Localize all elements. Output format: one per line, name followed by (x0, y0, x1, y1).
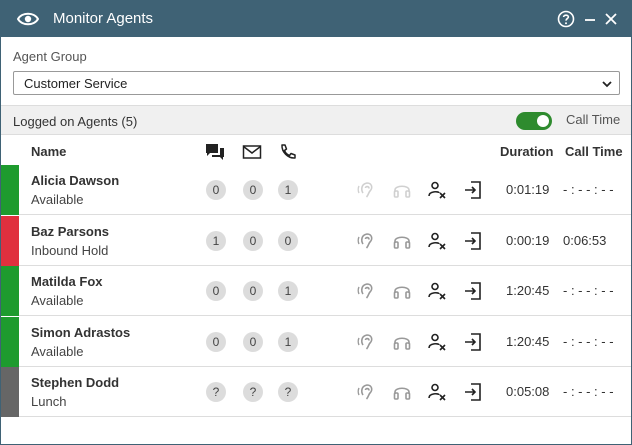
phone-count-badge: ? (278, 382, 298, 402)
agent-status: Available (31, 192, 84, 207)
status-color-bar (1, 266, 19, 316)
status-color-bar (1, 316, 19, 367)
help-button[interactable] (556, 9, 576, 29)
mail-icon (242, 143, 262, 161)
toggle-knob (537, 115, 549, 127)
monitor-agents-window: Monitor Agents Agent Group Customer Serv… (0, 0, 632, 445)
transfer-icon[interactable] (462, 381, 484, 403)
title-bar: Monitor Agents (1, 1, 631, 37)
listen-icon[interactable] (356, 179, 378, 201)
mail-count-badge: 0 (243, 180, 263, 200)
agent-row[interactable]: Alicia Dawson Available 0 0 1 0:01:19- : - - … (1, 165, 631, 215)
agent-group-select[interactable]: Customer Service (13, 71, 620, 95)
call-time-value: - : - - : - - (563, 283, 614, 298)
duration-value: 1:20:45 (506, 333, 550, 349)
listen-icon[interactable] (356, 280, 378, 302)
call-time-value: - : - - : - - (563, 333, 614, 349)
eye-icon (16, 10, 40, 28)
close-icon (605, 13, 617, 25)
chat-count-badge: ? (206, 382, 226, 402)
logoff-agent-icon[interactable] (426, 179, 448, 201)
call-time-toggle-label: Call Time (566, 112, 621, 127)
listen-icon[interactable] (356, 230, 378, 252)
help-icon (557, 10, 575, 28)
minimize-button[interactable] (580, 9, 600, 29)
chat-icon (205, 143, 224, 161)
headset-icon[interactable] (391, 331, 413, 353)
agent-name: Stephen Dodd (31, 375, 120, 390)
duration-value: 0:01:19 (506, 182, 550, 197)
agent-status: Available (31, 293, 84, 308)
window-title: Monitor Agents (53, 10, 154, 27)
duration-value: 1:20:45 (506, 283, 550, 298)
logoff-agent-icon[interactable] (426, 331, 448, 353)
phone-count-badge: 1 (278, 331, 298, 352)
phone-icon (279, 143, 297, 161)
logoff-agent-icon[interactable] (426, 280, 448, 302)
transfer-icon[interactable] (462, 230, 484, 252)
agent-table-header: Name Duration Call Time (1, 137, 631, 165)
agent-group-label: Agent Group (13, 49, 87, 64)
mail-count-badge: 0 (243, 230, 263, 251)
status-color-bar (1, 165, 19, 215)
call-time-value: - : - - : - - (563, 384, 614, 399)
agent-row[interactable]: Baz Parsons Inbound Hold 1 0 0 0:00:19 0:06:53 (1, 215, 631, 266)
agent-name: Alicia Dawson (31, 173, 120, 188)
logoff-agent-icon[interactable] (426, 381, 448, 403)
call-time-toggle[interactable] (516, 112, 552, 130)
duration-value: 0:05:08 (506, 384, 550, 399)
status-color-bar (1, 367, 19, 417)
mail-count-badge: 0 (243, 331, 263, 352)
chat-count-badge: 0 (206, 281, 226, 301)
call-time-value: - : - - : - - (563, 182, 614, 197)
phone-count-badge: 1 (278, 180, 298, 200)
mail-count-badge: ? (243, 382, 263, 402)
chat-count-badge: 0 (206, 331, 226, 352)
logged-on-agents-bar: Logged on Agents (5) Call Time (1, 105, 631, 135)
headset-icon[interactable] (391, 280, 413, 302)
listen-icon[interactable] (356, 381, 378, 403)
headset-icon[interactable] (391, 179, 413, 201)
column-header-call-time: Call Time (565, 144, 623, 159)
agent-name: Baz Parsons (31, 223, 110, 239)
transfer-icon[interactable] (462, 179, 484, 201)
transfer-icon[interactable] (462, 331, 484, 353)
agent-group-value: Customer Service (24, 76, 128, 91)
agent-status: Inbound Hold (31, 242, 109, 258)
chat-count-badge: 0 (206, 180, 226, 200)
column-header-duration: Duration (500, 144, 554, 159)
headset-icon[interactable] (391, 230, 413, 252)
logoff-agent-icon[interactable] (426, 230, 448, 252)
column-header-name: Name (31, 144, 67, 159)
headset-icon[interactable] (391, 381, 413, 403)
agent-status: Lunch (31, 394, 67, 409)
mail-count-badge: 0 (243, 281, 263, 301)
chat-count-badge: 1 (206, 230, 226, 251)
agent-row[interactable]: Matilda Fox Available 0 0 1 1:20:45- : - - : … (1, 266, 631, 316)
transfer-icon[interactable] (462, 280, 484, 302)
agent-status: Available (31, 343, 84, 359)
duration-value: 0:00:19 (506, 232, 550, 248)
agent-name: Simon Adrastos (31, 324, 131, 340)
status-color-bar (1, 215, 19, 266)
agent-name: Matilda Fox (31, 274, 103, 289)
close-button[interactable] (601, 9, 621, 29)
call-time-value: 0:06:53 (563, 232, 607, 248)
minimize-icon (585, 19, 595, 21)
logged-on-agents-label: Logged on Agents (5) (13, 114, 138, 129)
listen-icon[interactable] (356, 331, 378, 353)
chevron-down-icon (601, 78, 613, 90)
phone-count-badge: 1 (278, 281, 298, 301)
agent-row[interactable]: Simon Adrastos Available 0 0 1 1:20:45- : - -… (1, 316, 631, 367)
agent-row[interactable]: Stephen Dodd Lunch??? 0:05:08 - : - - : - - (1, 367, 631, 417)
phone-count-badge: 0 (278, 230, 298, 251)
